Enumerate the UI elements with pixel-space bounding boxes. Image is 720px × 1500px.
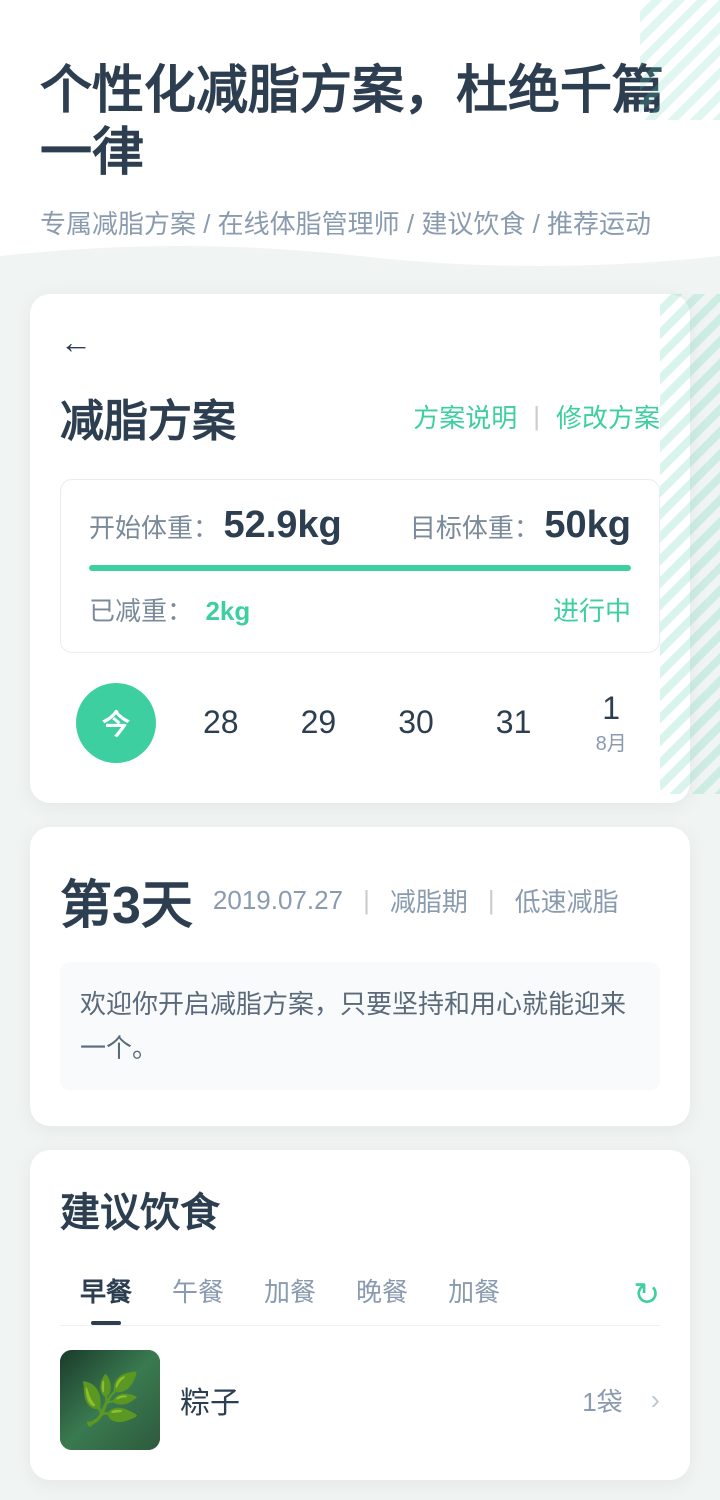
weight-bottom-row: 已减重： 2kg 进行中 xyxy=(89,591,631,628)
plan-explain-button[interactable]: 方案说明 xyxy=(413,398,517,435)
day-tag-period: 减脂期 xyxy=(390,882,468,919)
food-item: 粽子 1袋 › xyxy=(60,1350,660,1450)
date-1-aug[interactable]: 1 8月 xyxy=(562,690,660,756)
start-weight-group: 开始体重： 52.9kg xyxy=(89,504,342,547)
stripe-decoration-top xyxy=(640,0,720,120)
lost-weight-group: 已减重： 2kg xyxy=(89,591,250,628)
page-title: 个性化减脂方案，杜绝千篇一律 xyxy=(40,60,680,185)
weight-progress-bar xyxy=(89,565,631,571)
food-amount: 1袋 xyxy=(582,1382,622,1419)
food-image xyxy=(60,1350,160,1450)
main-content: ← 减脂方案 方案说明 | 修改方案 开始体重： 52.9kg 目标体重： 50… xyxy=(0,274,720,1500)
weight-row: 开始体重： 52.9kg 目标体重： 50kg xyxy=(89,504,631,547)
plan-header: 减脂方案 方案说明 | 修改方案 xyxy=(60,385,660,449)
food-name: 粽子 xyxy=(180,1378,562,1422)
refresh-icon[interactable]: ↻ xyxy=(633,1275,660,1313)
tab-lunch[interactable]: 午餐 xyxy=(152,1262,244,1325)
tab-snack1[interactable]: 加餐 xyxy=(244,1262,336,1325)
plan-modify-button[interactable]: 修改方案 xyxy=(556,398,660,435)
day-number: 第3天 xyxy=(60,863,193,938)
day-date: 2019.07.27 xyxy=(213,885,343,916)
day-tag-speed: 低速减脂 xyxy=(515,882,619,919)
lost-weight-value: 2kg xyxy=(205,596,250,626)
day-separator2: | xyxy=(488,885,495,916)
day-info-card: 第3天 2019.07.27 | 减脂期 | 低速减脂 欢迎你开启减脂方案，只要… xyxy=(30,827,690,1126)
food-arrow-icon[interactable]: › xyxy=(651,1384,660,1416)
target-weight-label: 目标体重： xyxy=(410,513,540,543)
diet-section: 建议饮食 早餐 午餐 加餐 晚餐 加餐 ↻ 粽子 1袋 › xyxy=(30,1150,690,1480)
target-weight-value: 50kg xyxy=(544,504,631,546)
plan-actions: 方案说明 | 修改方案 xyxy=(413,398,660,435)
lost-weight-label: 已减重： xyxy=(89,596,193,626)
date-29[interactable]: 29 xyxy=(270,704,368,741)
target-weight-group: 目标体重： 50kg xyxy=(410,504,631,547)
stripe-decoration-right xyxy=(660,294,720,794)
tab-snack2[interactable]: 加餐 xyxy=(428,1262,520,1325)
tab-dinner[interactable]: 晚餐 xyxy=(336,1262,428,1325)
back-button[interactable]: ← xyxy=(60,324,92,361)
food-image-inner xyxy=(60,1350,160,1450)
plan-title: 减脂方案 xyxy=(60,385,236,449)
wave-divider xyxy=(0,236,720,276)
day-description: 欢迎你开启减脂方案，只要坚持和用心就能迎来一个。 xyxy=(60,962,660,1090)
status-badge: 进行中 xyxy=(553,591,631,628)
tab-breakfast[interactable]: 早餐 xyxy=(60,1262,152,1325)
start-weight-value: 52.9kg xyxy=(223,504,341,546)
day-header: 第3天 2019.07.27 | 减脂期 | 低速减脂 xyxy=(60,863,660,938)
plan-card: ← 减脂方案 方案说明 | 修改方案 开始体重： 52.9kg 目标体重： 50… xyxy=(30,294,690,803)
meal-tabs: 早餐 午餐 加餐 晚餐 加餐 ↻ xyxy=(60,1262,660,1326)
action-divider: | xyxy=(533,401,540,432)
diet-title: 建议饮食 xyxy=(60,1180,660,1238)
start-weight-label: 开始体重： xyxy=(89,513,219,543)
date-28[interactable]: 28 xyxy=(172,704,270,741)
date-selector: 今 28 29 30 31 1 8月 xyxy=(60,673,660,773)
date-30[interactable]: 30 xyxy=(367,704,465,741)
day-separator: | xyxy=(363,885,370,916)
header-section: 个性化减脂方案，杜绝千篇一律 专属减脂方案 / 在线体脂管理师 / 建议饮食 /… xyxy=(0,0,720,274)
date-31[interactable]: 31 xyxy=(465,704,563,741)
date-today[interactable]: 今 xyxy=(76,683,156,763)
weight-box: 开始体重： 52.9kg 目标体重： 50kg 已减重： 2kg 进行中 xyxy=(60,479,660,653)
